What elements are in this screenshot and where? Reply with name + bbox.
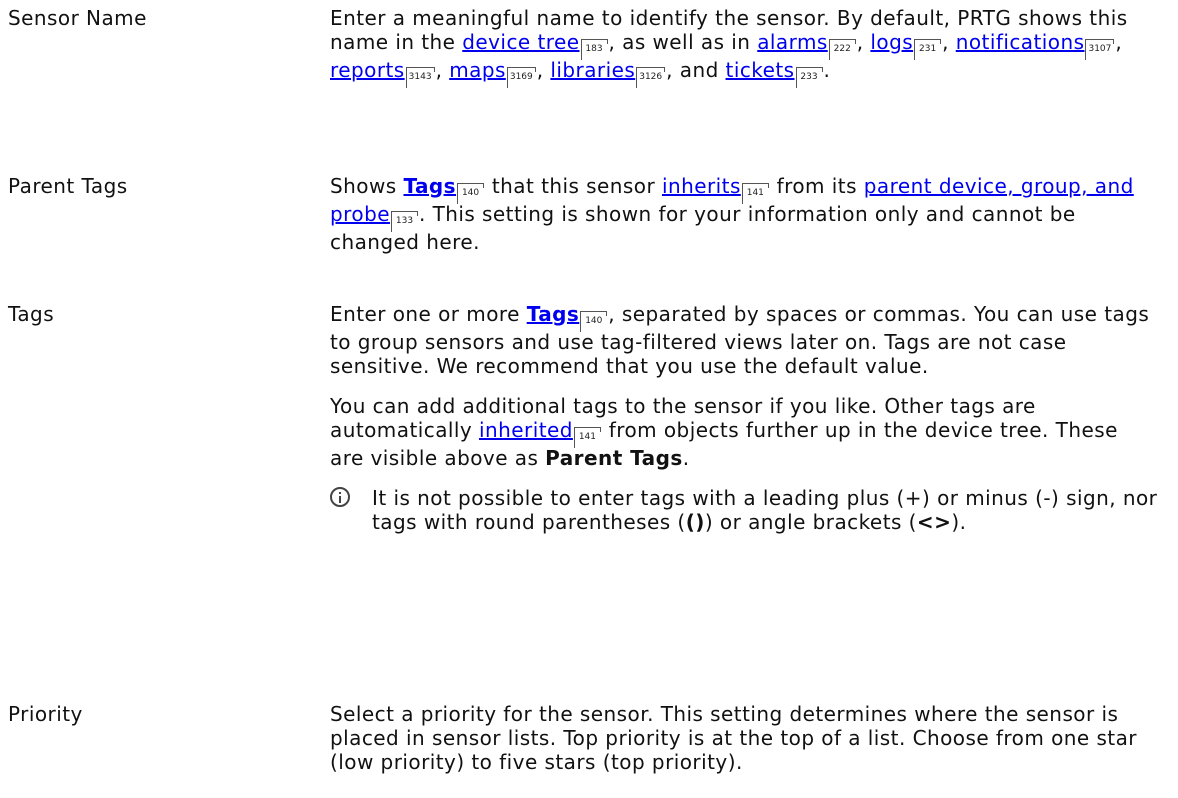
text-segment: , and (666, 58, 726, 82)
setting-label: Priority (8, 702, 83, 726)
page-reference[interactable]: 140 (457, 183, 485, 204)
text-segment: that this sensor (485, 174, 662, 198)
page-reference[interactable]: 3143 (405, 67, 435, 88)
page-reference[interactable]: 140 (580, 311, 608, 332)
setting-label: Sensor Name (8, 6, 147, 30)
link-notifications[interactable]: notifications (956, 30, 1085, 54)
description-paragraph: Select a priority for the sensor. This s… (330, 702, 1158, 774)
text-segment: . (823, 58, 831, 82)
bold-text: <> (916, 510, 952, 534)
text-segment: , (435, 58, 450, 82)
info-icon (330, 487, 350, 507)
setting-label: Parent Tags (8, 174, 128, 198)
text-segment: , as well as in (608, 30, 758, 54)
link-device-tree[interactable]: device tree (462, 30, 579, 54)
text-segment: . This setting is shown for your informa… (330, 202, 1076, 254)
page-reference[interactable]: 3169 (506, 67, 536, 88)
link-libraries[interactable]: libraries (550, 58, 635, 82)
link-inherited[interactable]: inherited (479, 418, 573, 442)
link-tickets[interactable]: tickets (726, 58, 795, 82)
text-segment: , (536, 58, 551, 82)
page-reference[interactable]: 222 (828, 39, 856, 60)
text-segment: Select a priority for the sensor. This s… (330, 702, 1137, 774)
text-segment: ). (951, 510, 967, 534)
link-inherits[interactable]: inherits (662, 174, 741, 198)
text-segment: , (1115, 30, 1123, 54)
description-paragraph: Enter a meaningful name to identify the … (330, 6, 1158, 88)
text-segment: ) or angle brackets ( (704, 510, 917, 534)
link-tags[interactable]: Tags (403, 174, 456, 198)
page-reference[interactable]: 141 (741, 183, 769, 204)
page-reference[interactable]: 233 (795, 67, 823, 88)
setting-description: Select a priority for the sensor. This s… (330, 702, 1158, 790)
text-segment: , (856, 30, 871, 54)
page-reference[interactable]: 141 (573, 427, 601, 448)
description-paragraph: You can add additional tags to the senso… (330, 394, 1158, 470)
text-segment: from its (769, 174, 864, 198)
page-reference[interactable]: 183 (580, 39, 608, 60)
description-paragraph: Enter one or more Tags 140, separated by … (330, 302, 1158, 378)
bold-text: () (685, 510, 705, 534)
info-note: It is not possible to enter tags with a … (330, 486, 1158, 534)
text-segment: Enter one or more (330, 302, 527, 326)
setting-description: Enter a meaningful name to identify the … (330, 6, 1158, 102)
page-reference[interactable]: 3126 (636, 67, 666, 88)
setting-label: Tags (8, 302, 55, 326)
page-reference[interactable]: 231 (914, 39, 942, 60)
page-reference[interactable]: 3107 (1085, 39, 1115, 60)
link-alarms[interactable]: alarms (757, 30, 828, 54)
text-segment: , (942, 30, 956, 54)
bold-text: Parent Tags (545, 446, 683, 470)
setting-description: Enter one or more Tags 140, separated by … (330, 302, 1158, 550)
text-segment: . (682, 446, 690, 470)
link-tags[interactable]: Tags (527, 302, 580, 326)
link-maps[interactable]: maps (449, 58, 506, 82)
setting-description: Shows Tags 140 that this sensor inherits 1… (330, 174, 1158, 270)
page-reference[interactable]: 133 (390, 211, 418, 232)
link-reports[interactable]: reports (330, 58, 405, 82)
text-segment: Shows (330, 174, 404, 198)
link-logs[interactable]: logs (870, 30, 913, 54)
description-paragraph: Shows Tags 140 that this sensor inherits 1… (330, 174, 1158, 254)
